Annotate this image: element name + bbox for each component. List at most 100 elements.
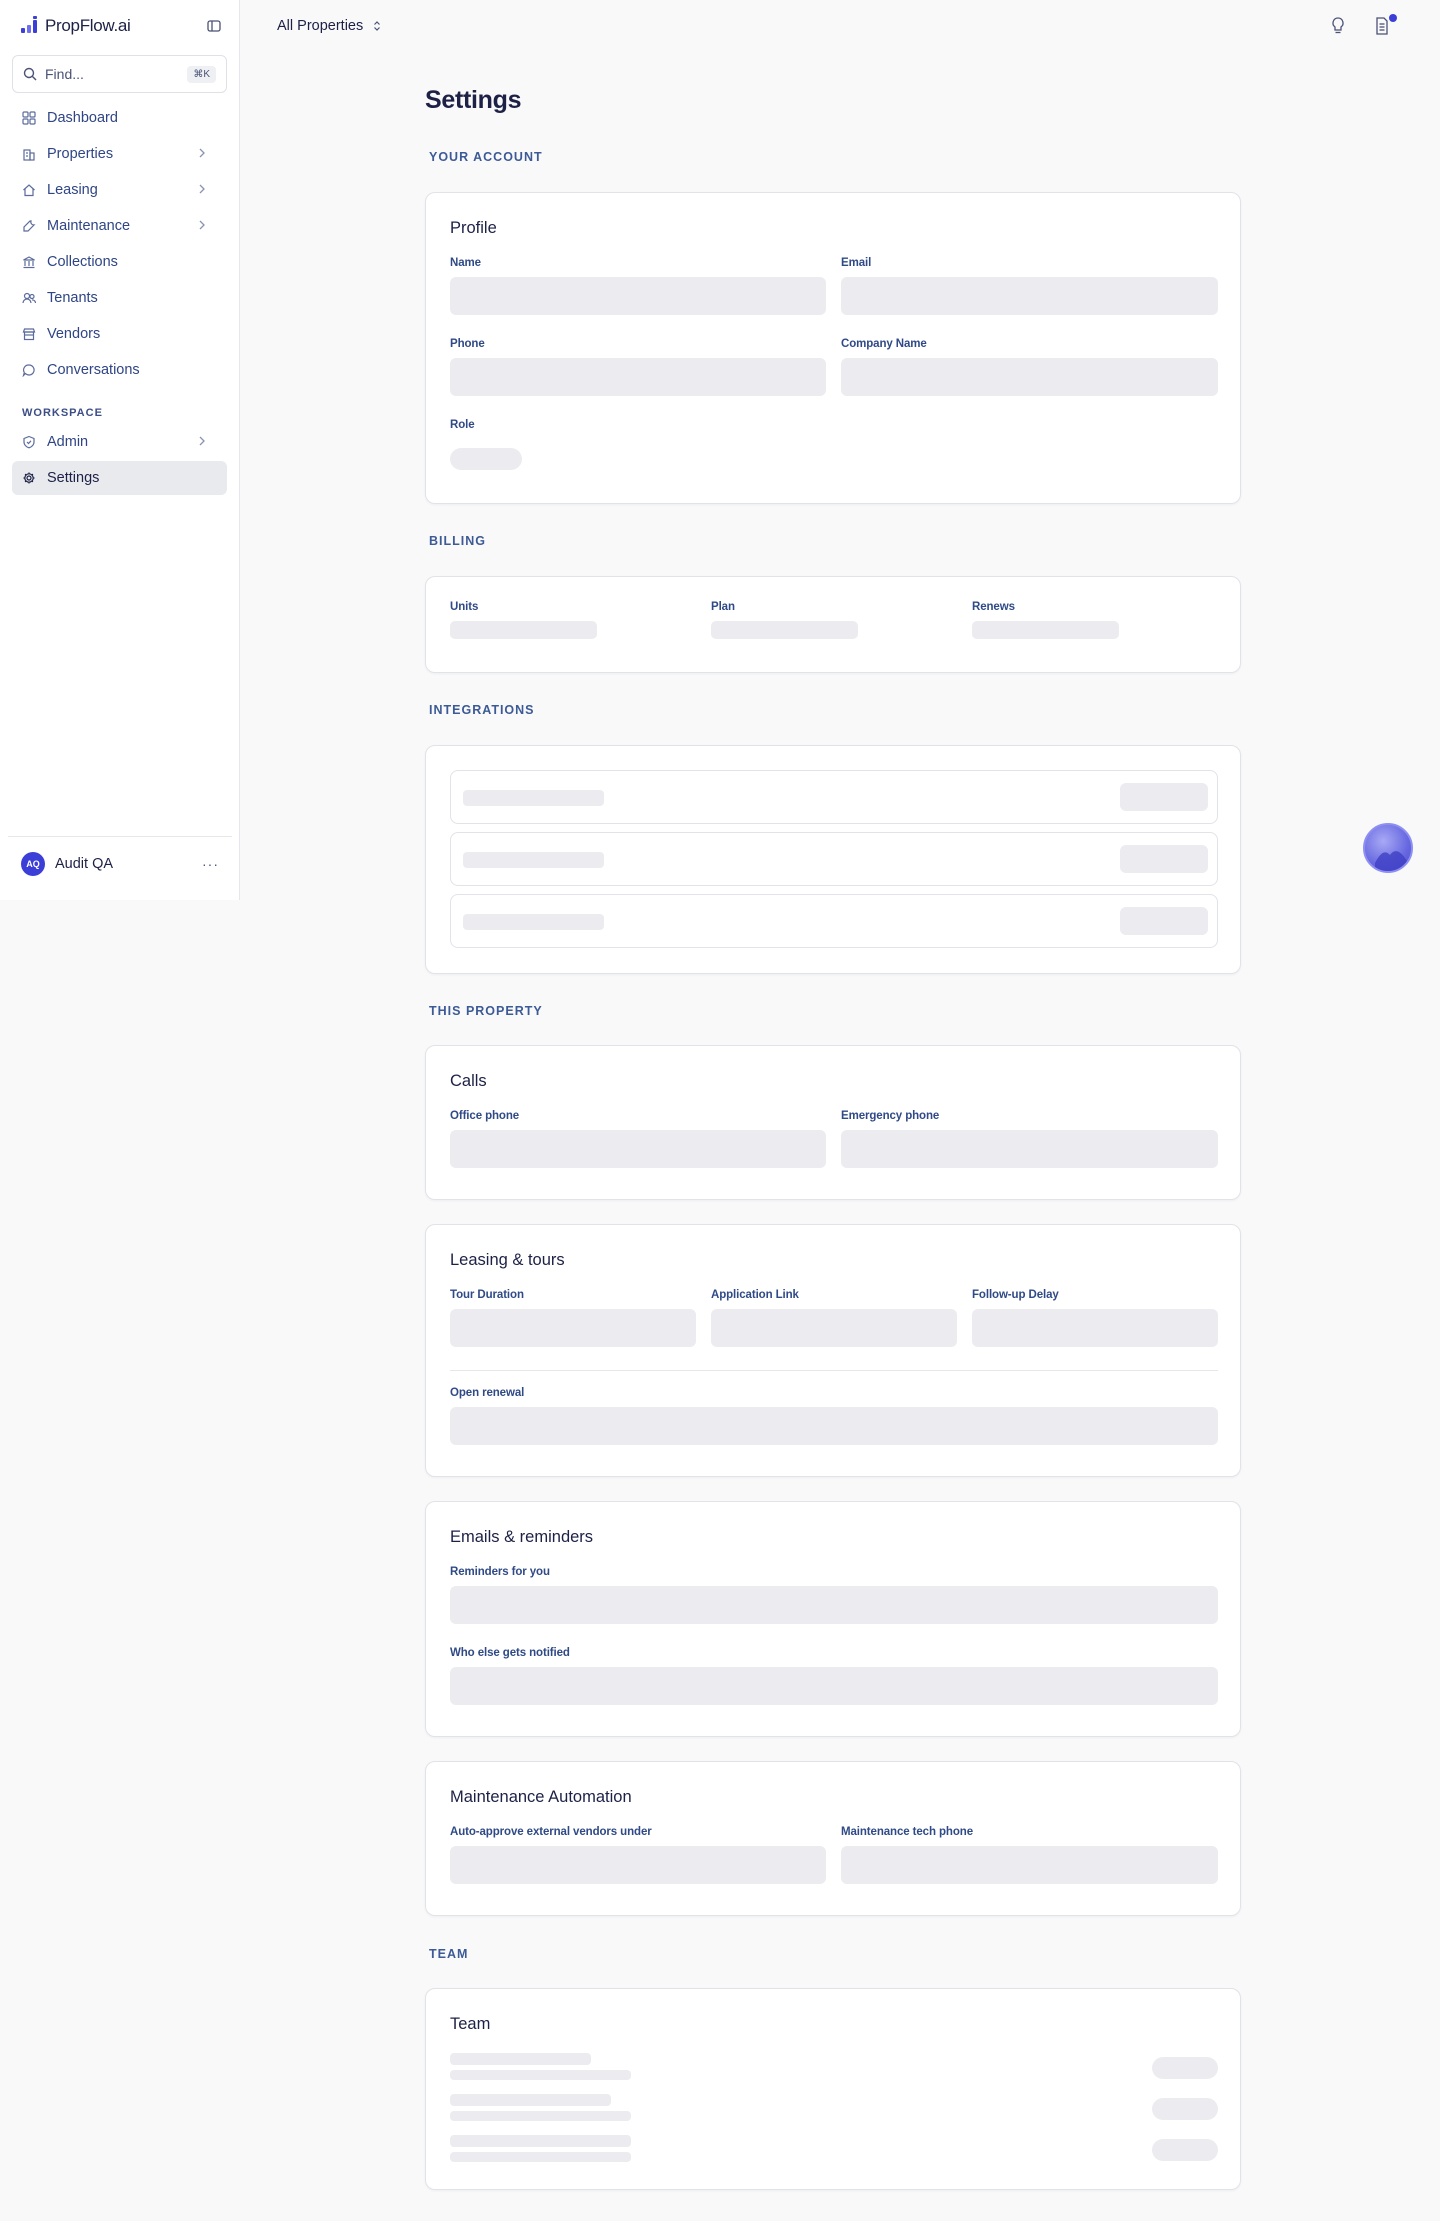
- name-field[interactable]: [450, 277, 826, 315]
- integration-connect-button[interactable]: [1120, 907, 1208, 935]
- sidebar-item-label: Admin: [47, 434, 89, 450]
- integration-row: [450, 832, 1218, 886]
- sidebar-item-properties[interactable]: Properties: [12, 137, 227, 171]
- tech-phone-label: Maintenance tech phone: [841, 1826, 973, 1838]
- sidebar-item-dashboard[interactable]: Dashboard: [12, 101, 227, 135]
- sidebar-item-label: Conversations: [47, 362, 140, 378]
- maintenance-automation-card: Maintenance Automation Auto-approve exte…: [425, 1761, 1241, 1916]
- integration-row: [450, 770, 1218, 824]
- reminders-label: Reminders for you: [450, 1566, 550, 1578]
- calls-card: Calls Office phone Emergency phone: [425, 1045, 1241, 1200]
- section-team: TEAM: [429, 1947, 469, 1961]
- store-icon: [22, 328, 36, 341]
- sidebar-item-label: Properties: [47, 146, 114, 162]
- sidebar-nav: Dashboard Properties Leasing Maintenance…: [12, 101, 227, 497]
- users-icon: [22, 292, 36, 304]
- chevron-right-icon: [199, 148, 205, 158]
- application-link-field[interactable]: [711, 1309, 957, 1347]
- integration-connect-button[interactable]: [1120, 783, 1208, 811]
- reminders-field[interactable]: [450, 1586, 1218, 1624]
- units-label: Units: [450, 601, 479, 613]
- integration-name: [463, 852, 604, 868]
- sidebar-item-label: Leasing: [47, 182, 98, 198]
- sidebar-item-label: Settings: [47, 470, 100, 486]
- lightbulb-icon[interactable]: [1330, 16, 1346, 41]
- shield-icon: [23, 435, 35, 449]
- chevron-updown-icon: [374, 21, 381, 31]
- sidebar-item-settings[interactable]: Settings: [12, 461, 227, 495]
- notification-dot: [1389, 14, 1397, 22]
- team-member-role[interactable]: [1152, 2139, 1218, 2161]
- company-name-field[interactable]: [841, 358, 1218, 396]
- emergency-phone-label: Emergency phone: [841, 1110, 940, 1122]
- leasing-tours-title: Leasing & tours: [450, 1251, 565, 1269]
- brand-logo[interactable]: PropFlow.ai: [21, 16, 131, 36]
- user-name: Audit QA: [55, 855, 114, 872]
- phone-field[interactable]: [450, 358, 826, 396]
- team-title: Team: [450, 2015, 491, 2033]
- tour-duration-field[interactable]: [450, 1309, 696, 1347]
- property-selector[interactable]: All Properties: [277, 18, 381, 34]
- units-value: [450, 621, 597, 639]
- search-shortcut: ⌘K: [187, 65, 216, 83]
- followup-delay-label: Follow-up Delay: [972, 1289, 1059, 1301]
- workspace-section-label: WORKSPACE: [22, 407, 103, 419]
- section-your-account: YOUR ACCOUNT: [429, 150, 543, 164]
- notified-label: Who else gets notified: [450, 1647, 570, 1659]
- email-field[interactable]: [841, 277, 1218, 315]
- maintenance-automation-title: Maintenance Automation: [450, 1788, 632, 1806]
- renews-value: [972, 621, 1119, 639]
- calls-title: Calls: [450, 1072, 487, 1090]
- team-member-name: [450, 2094, 611, 2106]
- section-billing: BILLING: [429, 534, 486, 548]
- document-icon[interactable]: [1374, 16, 1390, 41]
- search-input[interactable]: Find... ⌘K: [12, 55, 227, 93]
- more-options-icon[interactable]: ···: [202, 856, 219, 872]
- gear-icon: [23, 472, 35, 484]
- emails-reminders-card: Emails & reminders Reminders for you Who…: [425, 1501, 1241, 1737]
- sidebar-item-admin[interactable]: Admin: [12, 425, 227, 459]
- sidebar-item-label: Tenants: [47, 290, 98, 306]
- user-menu[interactable]: AQ Audit QA ···: [8, 836, 232, 890]
- integration-connect-button[interactable]: [1120, 845, 1208, 873]
- integrations-card: [425, 745, 1241, 974]
- sidebar-item-vendors[interactable]: Vendors: [12, 317, 227, 351]
- divider: [450, 1370, 1218, 1371]
- logo-icon: [21, 16, 41, 36]
- team-member-role[interactable]: [1152, 2098, 1218, 2120]
- sidebar-item-conversations[interactable]: Conversations: [12, 353, 227, 387]
- auto-approve-label: Auto-approve external vendors under: [450, 1826, 652, 1838]
- search-placeholder: Find...: [45, 66, 84, 82]
- sidebar-item-tenants[interactable]: Tenants: [12, 281, 227, 315]
- home-icon: [23, 184, 35, 197]
- name-label: Name: [450, 257, 481, 269]
- team-member-role[interactable]: [1152, 2057, 1218, 2079]
- wrench-icon: [23, 220, 36, 232]
- section-integrations: INTEGRATIONS: [429, 703, 535, 717]
- auto-approve-field[interactable]: [450, 1846, 826, 1884]
- assistant-orb-button[interactable]: [1363, 823, 1413, 873]
- avatar: AQ: [21, 851, 45, 876]
- tech-phone-field[interactable]: [841, 1846, 1218, 1884]
- followup-delay-field[interactable]: [972, 1309, 1218, 1347]
- profile-card: Profile Name Email Phone Company Name Ro…: [425, 192, 1241, 504]
- sidebar-item-label: Collections: [47, 254, 118, 270]
- sidebar-item-leasing[interactable]: Leasing: [12, 173, 227, 207]
- sidebar-item-label: Vendors: [47, 326, 101, 342]
- office-phone-field[interactable]: [450, 1130, 826, 1168]
- building-icon: [23, 149, 35, 161]
- role-badge: [450, 448, 522, 470]
- notified-field[interactable]: [450, 1667, 1218, 1705]
- team-member-name: [450, 2135, 631, 2147]
- open-renewal-field[interactable]: [450, 1407, 1218, 1445]
- sidebar-item-maintenance[interactable]: Maintenance: [12, 209, 227, 243]
- page-title: Settings: [425, 86, 522, 114]
- billing-card: Units Plan Renews: [425, 576, 1241, 673]
- sidebar-toggle-icon[interactable]: [207, 19, 221, 33]
- emergency-phone-field[interactable]: [841, 1130, 1218, 1168]
- sidebar-item-label: Dashboard: [47, 110, 118, 126]
- sidebar-item-collections[interactable]: Collections: [12, 245, 227, 279]
- plan-value: [711, 621, 858, 639]
- grid-icon: [22, 111, 36, 125]
- property-selector-label: All Properties: [277, 18, 364, 34]
